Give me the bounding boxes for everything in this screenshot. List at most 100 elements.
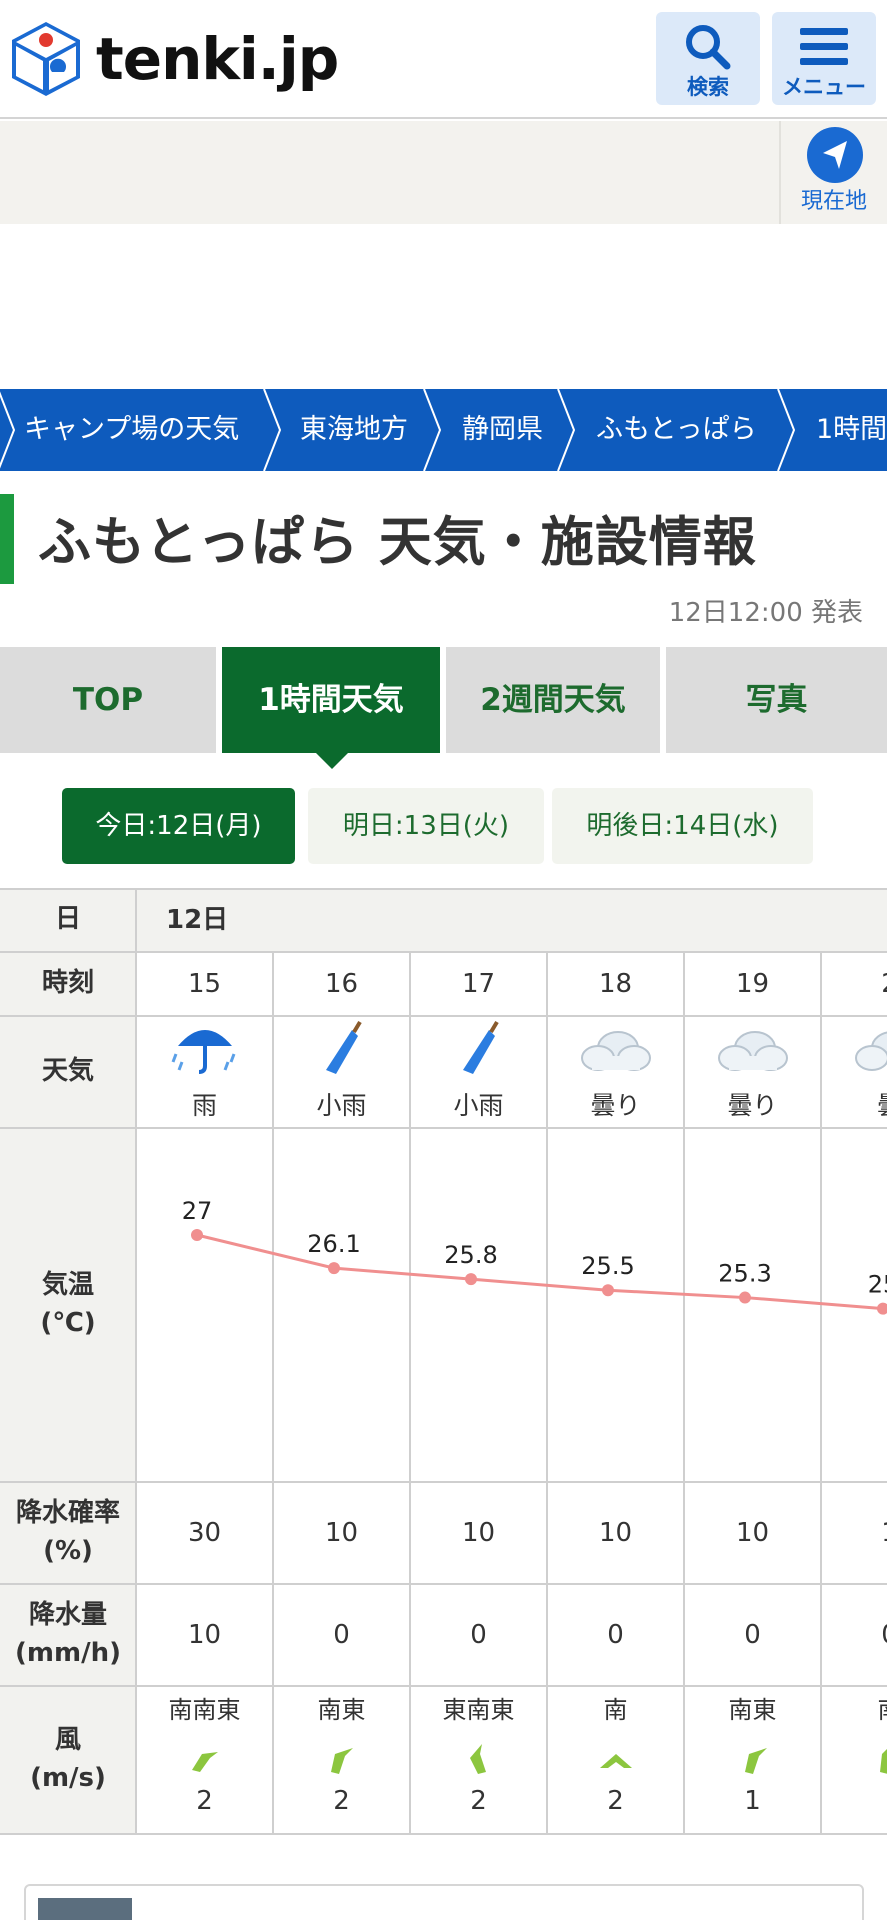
weather-label: 小雨 xyxy=(316,1091,367,1120)
weather-label: 曇 xyxy=(821,1086,887,1122)
title-accent-bar xyxy=(0,494,14,584)
precip-amount-row-label: 降水量 (mm/h) xyxy=(0,1584,136,1686)
hour-cell: 16 xyxy=(324,969,359,999)
day-value: 12日 xyxy=(166,905,229,935)
precip-prob-cell: 1 xyxy=(821,1482,887,1584)
wind-arrow-icon xyxy=(470,1744,486,1774)
temperature-label: 25.3 xyxy=(718,1260,771,1288)
weather-label: 雨 xyxy=(191,1091,217,1120)
search-button[interactable]: 検索 xyxy=(656,12,760,105)
tab-hourly[interactable]: 1時間天気 xyxy=(222,647,440,753)
wind-direction: 南南東 xyxy=(168,1696,241,1724)
current-location-button[interactable]: 現在地 xyxy=(779,121,887,224)
temperature-point xyxy=(191,1229,203,1241)
day-button-day-after[interactable]: 明後日:14日(水) xyxy=(552,788,813,864)
temperature-point xyxy=(739,1291,751,1304)
precip-prob-cell: 30 xyxy=(187,1518,222,1548)
wind-speed: 2 xyxy=(607,1786,624,1816)
breadcrumb-chevron-icon xyxy=(0,391,16,469)
temperature-label: 26.1 xyxy=(307,1230,360,1258)
weather-label: 小雨 xyxy=(453,1091,504,1120)
day-button-today[interactable]: 今日:12日(月) xyxy=(62,788,295,864)
breadcrumb-chevron-icon xyxy=(263,389,282,471)
precip-amount-cell: 0 xyxy=(744,1620,761,1650)
menu-button[interactable]: メニュー xyxy=(772,12,876,105)
tenki-logo[interactable]: tenki.jp xyxy=(10,20,339,98)
temperature-point xyxy=(602,1284,614,1297)
active-tab-pointer xyxy=(316,753,348,769)
weather-label: 曇り xyxy=(590,1091,641,1120)
logo-text: tenki.jp xyxy=(96,25,339,93)
precip-prob-cell: 10 xyxy=(324,1518,359,1548)
weather-label: 曇り xyxy=(727,1091,778,1120)
precip-amount-cell: 0 xyxy=(821,1584,887,1686)
search-icon xyxy=(686,25,731,70)
wind-speed: 1 xyxy=(744,1786,761,1816)
wind-arrow-icon xyxy=(600,1754,632,1768)
breadcrumb-item[interactable]: 東海地方 xyxy=(300,389,408,471)
breadcrumb-item[interactable]: キャンプ場の天気 xyxy=(24,389,239,471)
temperature-label: 25.8 xyxy=(444,1241,497,1269)
breadcrumb-chevron-icon xyxy=(557,389,576,471)
precip-amount-cell: 0 xyxy=(607,1620,624,1650)
cloud-icon xyxy=(718,1031,788,1071)
current-location-label: 現在地 xyxy=(800,189,867,214)
hourly-weather-table: 日 12日 時刻 天気 気温 (℃) 降水確率 (%) 降水量 (mm/h) 風… xyxy=(0,888,887,1838)
time-row-label: 時刻 xyxy=(0,952,136,1016)
card-thumbnail xyxy=(38,1898,132,1920)
location-arrow-icon xyxy=(807,127,863,183)
related-content-card[interactable] xyxy=(24,1884,864,1920)
tab-2weeks[interactable]: 2週間天気 xyxy=(446,647,660,753)
wind-speed: 2 xyxy=(196,1786,213,1816)
precip-prob-row-label: 降水確率 (%) xyxy=(0,1482,136,1584)
hour-cell: 15 xyxy=(187,969,222,999)
closed-umbrella-icon xyxy=(326,1020,362,1074)
page-title: ふもとっぱら 天気・施設情報 xyxy=(38,512,757,573)
temperature-line-chart: 27 26.1 25.8 25.5 25.3 25 xyxy=(182,1197,887,1315)
day-row: 日 xyxy=(0,888,887,952)
cloud-icon xyxy=(855,1031,887,1071)
temperature-point xyxy=(465,1273,477,1286)
search-label: 検索 xyxy=(687,75,729,99)
wind-direction: 南 xyxy=(821,1690,887,1725)
table-border xyxy=(0,1833,887,1835)
temperature-label: 25 xyxy=(868,1271,887,1299)
hour-cell: 17 xyxy=(461,969,496,999)
breadcrumb-chevron-icon xyxy=(777,389,796,471)
day-button-tomorrow[interactable]: 明日:13日(火) xyxy=(308,788,544,864)
menu-label: メニュー xyxy=(782,75,866,99)
wind-arrow-icon xyxy=(745,1748,767,1774)
temperature-point xyxy=(328,1262,340,1275)
breadcrumb-item[interactable]: 1時間 xyxy=(816,389,887,471)
temperature-label: 25.5 xyxy=(581,1252,634,1280)
breadcrumb-item[interactable]: ふもとっぱら xyxy=(596,389,757,471)
wind-speed: 2 xyxy=(333,1786,350,1816)
site-header: tenki.jp 検索 メニュー xyxy=(0,0,887,119)
breadcrumb: キャンプ場の天気 東海地方 静岡県 ふもとっぱら 1時間 xyxy=(0,389,887,471)
temperature-line xyxy=(196,1233,884,1311)
closed-umbrella-icon xyxy=(463,1020,499,1074)
forecast-tabs: TOP 1時間天気 2週間天気 写真 xyxy=(0,647,887,753)
wind-arrow-icon xyxy=(331,1748,353,1774)
precip-prob-cell: 10 xyxy=(598,1518,633,1548)
day-row-label: 日 xyxy=(54,904,81,935)
precip-amount-cell: 10 xyxy=(187,1620,222,1650)
wind-direction: 南東 xyxy=(317,1696,366,1724)
logo-cube-icon xyxy=(10,20,82,98)
wind-direction: 東南東 xyxy=(442,1696,515,1724)
location-bar: 現在地 xyxy=(0,121,887,224)
precip-prob-cell: 10 xyxy=(461,1518,496,1548)
wind-arrow-icon xyxy=(880,1749,887,1774)
wind-arrow-icon xyxy=(192,1752,218,1772)
hamburger-icon xyxy=(800,28,848,65)
wind-direction: 南 xyxy=(603,1696,628,1724)
weather-row-label: 天気 xyxy=(0,1016,136,1128)
breadcrumb-item[interactable]: 静岡県 xyxy=(462,389,543,471)
tab-photos[interactable]: 写真 xyxy=(666,647,887,753)
hour-cell: 19 xyxy=(735,969,770,999)
wind-direction: 南東 xyxy=(728,1696,777,1724)
breadcrumb-chevron-icon xyxy=(423,389,442,471)
published-time: 12日12:00 発表 xyxy=(668,598,863,628)
tab-top[interactable]: TOP xyxy=(0,647,216,753)
precip-amount-cell: 0 xyxy=(470,1620,487,1650)
